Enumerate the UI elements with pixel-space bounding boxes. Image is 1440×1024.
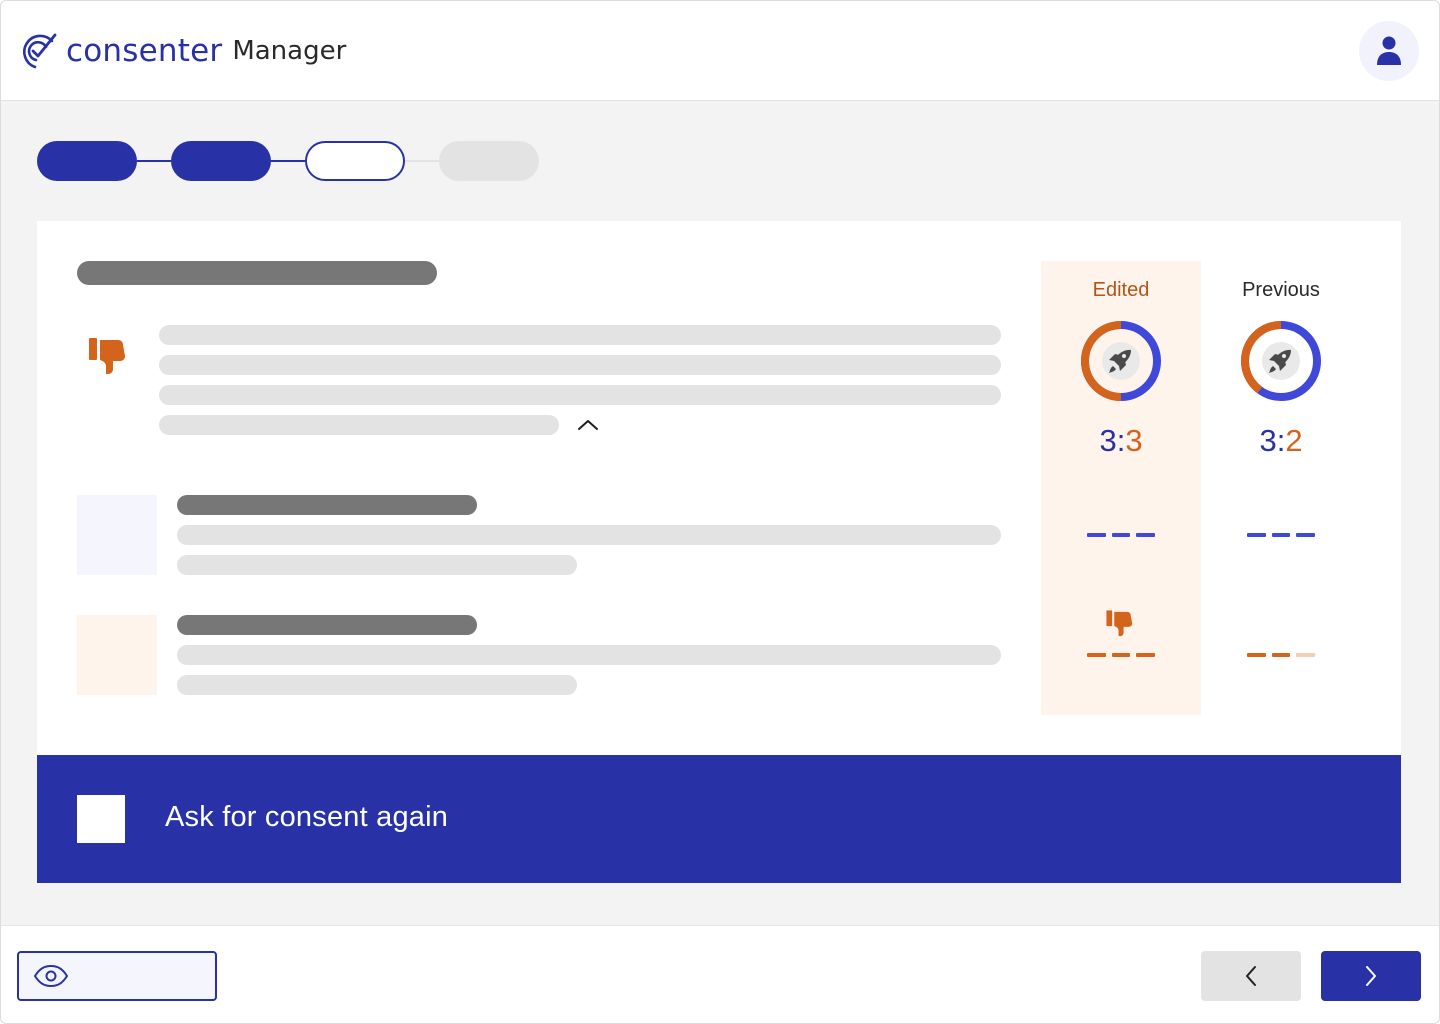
logo[interactable]: consenter Manager <box>15 27 346 75</box>
footer-bar <box>1 925 1439 1023</box>
step-2[interactable] <box>171 141 271 181</box>
item-thumbnail-orange <box>77 615 157 695</box>
item-title-placeholder <box>177 615 477 635</box>
ask-consent-label[interactable]: Ask for consent again <box>165 801 448 834</box>
edited-column: Edited 3:3 <box>1041 261 1201 715</box>
rocket-icon <box>1262 342 1300 380</box>
previous-blue-dashes <box>1247 533 1316 537</box>
previous-title: Previous <box>1242 279 1320 301</box>
consenter-logo-icon <box>22 33 57 69</box>
thumbs-down-icon <box>1106 610 1133 637</box>
step-4 <box>439 141 539 181</box>
text-line-placeholder <box>177 645 1001 665</box>
edited-orange-dashes <box>1087 653 1156 657</box>
app-window: consenter Manager Edited 3:3 Previous 3:… <box>0 0 1440 1024</box>
chevron-right-icon <box>1366 966 1376 986</box>
previous-ratio-left: 3 <box>1259 423 1277 458</box>
previous-orange-dashes <box>1247 653 1316 657</box>
logo-product-name: Manager <box>232 36 347 66</box>
progress-stepper <box>37 141 557 181</box>
user-icon <box>1377 36 1401 65</box>
user-avatar-button[interactable] <box>1359 21 1419 81</box>
text-line-placeholder <box>159 385 1001 405</box>
item-thumbnail-blue <box>77 495 157 575</box>
text-line-placeholder <box>159 415 559 435</box>
chevron-left-icon <box>1246 966 1256 986</box>
rocket-icon <box>1102 342 1140 380</box>
edited-blue-dashes <box>1087 533 1156 537</box>
step-3-current[interactable] <box>305 141 405 181</box>
step-connector <box>271 160 305 162</box>
step-1[interactable] <box>37 141 137 181</box>
eye-icon <box>33 965 69 987</box>
text-line-placeholder <box>177 675 577 695</box>
top-bar: consenter Manager <box>1 1 1439 101</box>
ask-consent-checkbox[interactable] <box>77 795 125 843</box>
edited-ratio: 3:3 <box>1041 423 1201 459</box>
text-line-placeholder <box>159 355 1001 375</box>
text-line-placeholder <box>159 325 1001 345</box>
item-title-placeholder <box>177 495 477 515</box>
edited-donut <box>1081 321 1161 401</box>
previous-column: Previous 3:2 <box>1201 261 1361 715</box>
previous-ratio: 3:2 <box>1201 423 1361 459</box>
logo-wordmark: consenter <box>66 32 223 69</box>
next-button[interactable] <box>1321 951 1421 1001</box>
back-button[interactable] <box>1201 951 1301 1001</box>
consent-banner: Ask for consent again <box>37 755 1401 883</box>
thumbs-down-icon <box>89 338 125 374</box>
previous-donut <box>1241 321 1321 401</box>
chevron-up-icon[interactable] <box>575 415 601 435</box>
previous-ratio-right: 2 <box>1285 423 1303 458</box>
step-connector <box>405 160 439 162</box>
review-card: Edited 3:3 Previous 3:2 <box>37 221 1401 755</box>
edited-title: Edited <box>1092 279 1150 301</box>
preview-button[interactable] <box>17 951 217 1001</box>
text-line-placeholder <box>177 555 577 575</box>
step-connector <box>137 160 171 162</box>
edited-ratio-right: 3 <box>1125 423 1143 458</box>
text-line-placeholder <box>177 525 1001 545</box>
edited-ratio-left: 3 <box>1099 423 1117 458</box>
section-title-placeholder <box>77 261 437 285</box>
